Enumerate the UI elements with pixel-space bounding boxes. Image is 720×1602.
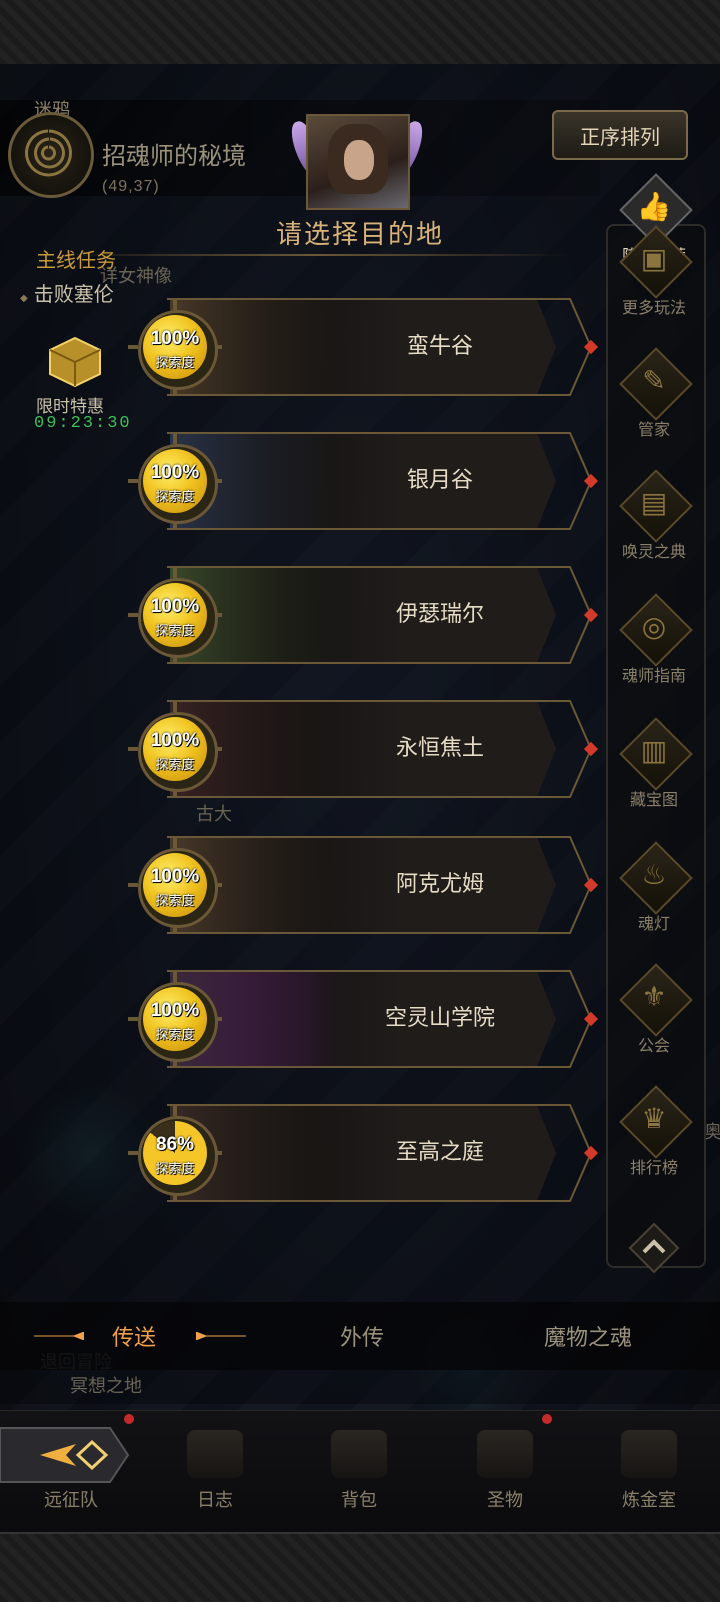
exploration-percent: 100% xyxy=(150,730,200,751)
gift-crate-icon[interactable] xyxy=(46,334,104,388)
treasure-map-icon: ▥ xyxy=(619,717,693,791)
exploration-medal: 86% 探索度 xyxy=(128,1106,222,1200)
destination-row[interactable]: 永恒焦土 100% 探索度 xyxy=(128,700,600,798)
destination-name: 蛮牛谷 xyxy=(406,333,473,358)
exploration-label: 探索度 xyxy=(155,1161,195,1176)
destination-name: 永恒焦土 xyxy=(395,735,484,760)
exploration-medal: 100% 探索度 xyxy=(128,568,222,662)
side-item-ranking[interactable]: ♛ 排行榜 xyxy=(604,1085,704,1178)
destination-row[interactable]: 阿克尤姆 100% 探索度 xyxy=(128,836,600,934)
backpack-icon xyxy=(331,1430,387,1478)
side-item-guild[interactable]: ⚜ 公会 xyxy=(604,963,704,1056)
side-item-treasure-map[interactable]: ▥ 藏宝图 xyxy=(604,717,704,810)
destination-row[interactable]: 蛮牛谷 100% 探索度 xyxy=(128,298,600,396)
exploration-medal: 100% 探索度 xyxy=(128,434,222,528)
bottom-frame xyxy=(0,1532,720,1602)
title-divider xyxy=(60,254,570,256)
tab-monster-soul[interactable]: 魔物之魂 xyxy=(544,1320,632,1352)
exploration-label: 探索度 xyxy=(155,757,195,772)
tab-side-story[interactable]: 外传 xyxy=(340,1320,384,1352)
guild-crest-icon: ⚜ xyxy=(619,963,693,1037)
exploration-medal: 100% 探索度 xyxy=(128,972,222,1066)
quill-scroll-icon: ✎ xyxy=(619,347,693,421)
exploration-label: 探索度 xyxy=(155,1027,195,1042)
destination-name: 银月谷 xyxy=(406,467,473,492)
guide-emblem-icon: ◎ xyxy=(619,593,693,667)
quest-objective[interactable]: 击败塞伦 xyxy=(34,278,114,307)
main-quest-label[interactable]: 主线任务 xyxy=(36,244,116,273)
map-emblem-icon[interactable] xyxy=(8,112,94,198)
alchemy-icon xyxy=(621,1430,677,1478)
destination-row[interactable]: 至高之庭 86% 探索度 xyxy=(128,1104,600,1202)
exploration-percent: 100% xyxy=(150,1000,200,1021)
side-item-butler[interactable]: ✎ 管家 xyxy=(604,347,704,440)
destination-row[interactable]: 空灵山学院 100% 探索度 xyxy=(128,970,600,1068)
exploration-medal: 100% 探索度 xyxy=(128,838,222,932)
side-item-soul-lamp[interactable]: ♨ 魂灯 xyxy=(604,841,704,934)
destination-name: 至高之庭 xyxy=(395,1139,484,1164)
map-coords: (49,37) xyxy=(102,178,160,195)
destination-row[interactable]: 伊瑟瑞尔 100% 探索度 xyxy=(128,566,600,664)
map-label-right: 奥 xyxy=(704,1122,720,1142)
exploration-label: 探索度 xyxy=(155,355,195,370)
nav-expedition[interactable]: 远征队 xyxy=(16,1430,126,1512)
map-label-area: 冥想之地 xyxy=(70,1376,142,1396)
gift-box-icon: ▣ xyxy=(619,225,693,299)
journal-icon xyxy=(187,1430,243,1478)
relic-badge xyxy=(542,1414,552,1424)
lamp-icon: ♨ xyxy=(619,841,693,915)
hero-portrait[interactable] xyxy=(306,114,410,210)
map-label-south: 古大 xyxy=(196,804,232,824)
exploration-label: 探索度 xyxy=(155,893,195,908)
top-frame xyxy=(0,0,720,66)
exploration-medal: 100% 探索度 xyxy=(128,702,222,796)
exploration-percent: 100% xyxy=(150,866,200,887)
destination-name: 空灵山学院 xyxy=(384,1005,495,1030)
destination-name: 伊瑟瑞尔 xyxy=(395,601,484,626)
nav-relic[interactable]: 圣物 xyxy=(450,1430,560,1512)
nav-backpack[interactable]: 背包 xyxy=(304,1430,414,1512)
nav-journal[interactable]: 日志 xyxy=(160,1430,270,1512)
exploration-percent: 86% xyxy=(155,1134,195,1155)
exploration-percent: 100% xyxy=(150,596,200,617)
tome-icon: ▤ xyxy=(619,469,693,543)
side-item-guide[interactable]: ◎ 魂师指南 xyxy=(604,593,704,686)
tab-right-ornament-icon xyxy=(196,1332,246,1340)
exploration-percent: 100% xyxy=(150,328,200,349)
relic-icon xyxy=(477,1430,533,1478)
promo-timer: 09:23:30 xyxy=(34,414,132,433)
exploration-label: 探索度 xyxy=(155,489,195,504)
destination-name: 阿克尤姆 xyxy=(395,871,484,896)
chevron-up-icon xyxy=(628,1222,680,1274)
map-name: 招魂师的秘境 xyxy=(102,143,246,170)
exploration-percent: 100% xyxy=(150,462,200,483)
side-item-tome[interactable]: ▤ 唤灵之典 xyxy=(604,469,704,562)
exploration-medal: 100% 探索度 xyxy=(128,300,222,394)
dialog-title: 请选择目的地 xyxy=(275,219,444,249)
trophy-icon: ♛ xyxy=(619,1085,693,1159)
tab-left-ornament-icon xyxy=(34,1332,84,1340)
destination-row[interactable]: 银月谷 100% 探索度 xyxy=(128,432,600,530)
sort-order-button[interactable]: 正序排列 xyxy=(552,110,688,160)
exploration-label: 探索度 xyxy=(155,623,195,638)
expedition-badge xyxy=(124,1414,134,1424)
nav-alchemy[interactable]: 炼金室 xyxy=(594,1430,704,1512)
side-item-more-modes[interactable]: ▣ 更多玩法 xyxy=(604,225,704,318)
tab-teleport[interactable]: 传送 xyxy=(112,1320,156,1352)
collapse-menu-button[interactable] xyxy=(626,1220,682,1276)
